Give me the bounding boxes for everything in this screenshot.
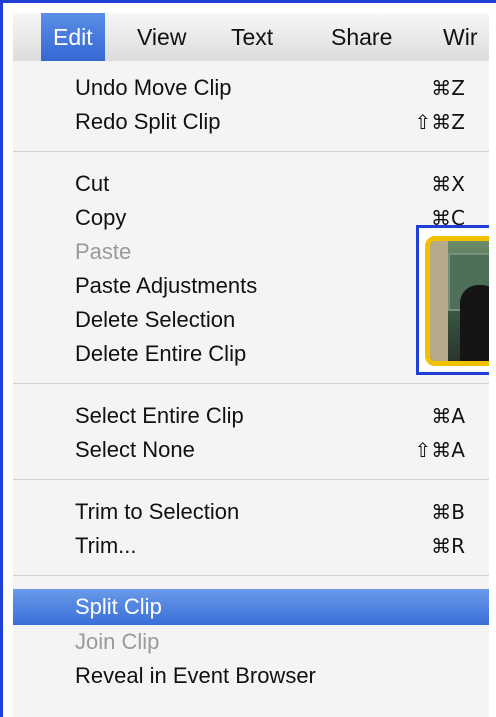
menu-separator bbox=[13, 575, 496, 576]
menu-item-undo-move-clip[interactable]: Undo Move Clip ⌘Z bbox=[13, 71, 496, 105]
menu-item-redo-split-clip[interactable]: Redo Split Clip ⇧⌘Z bbox=[13, 105, 496, 139]
menu-view[interactable]: View bbox=[137, 13, 186, 61]
menu-edit[interactable]: Edit bbox=[41, 13, 105, 61]
menu-separator bbox=[13, 479, 496, 480]
clip-thumbnail[interactable] bbox=[425, 236, 496, 366]
menu-item-shortcut: ⌘B bbox=[431, 500, 465, 524]
edit-menu-dropdown: Undo Move Clip ⌘Z Redo Split Clip ⇧⌘Z Cu… bbox=[13, 61, 496, 717]
menu-item-label: Delete Selection bbox=[75, 307, 236, 332]
right-edge-mask bbox=[489, 3, 496, 717]
menu-item-label: Paste Adjustments bbox=[75, 273, 258, 298]
menu-item-cut[interactable]: Cut ⌘X bbox=[13, 167, 496, 201]
thumbnail-wall bbox=[430, 241, 448, 361]
menu-separator bbox=[13, 151, 496, 152]
menu-item-shortcut: ⇧⌘A bbox=[414, 438, 465, 462]
menu-window[interactable]: Wir bbox=[443, 13, 477, 61]
menu-item-reveal-in-event-browser[interactable]: Reveal in Event Browser bbox=[13, 659, 496, 693]
menu-item-shortcut: ⌘R bbox=[431, 534, 465, 558]
menu-text[interactable]: Text bbox=[231, 13, 273, 61]
menu-item-label: Cut bbox=[75, 171, 110, 196]
menu-item-label: Copy bbox=[75, 205, 127, 230]
menu-item-label: Delete Entire Clip bbox=[75, 341, 247, 366]
menu-bar: Edit View Text Share Wir bbox=[13, 13, 496, 62]
menu-item-shortcut: ⇧⌘Z bbox=[414, 110, 465, 134]
menu-item-select-none[interactable]: Select None ⇧⌘A bbox=[13, 433, 496, 467]
menu-item-label: Join Clip bbox=[75, 629, 160, 654]
menu-item-trim[interactable]: Trim... ⌘R bbox=[13, 529, 496, 563]
menu-item-label: Trim to Selection bbox=[75, 499, 240, 524]
menu-item-trim-to-selection[interactable]: Trim to Selection ⌘B bbox=[13, 495, 496, 529]
menu-item-select-entire-clip[interactable]: Select Entire Clip ⌘A bbox=[13, 399, 496, 433]
screenshot-frame: Edit View Text Share Wir Undo Move Clip … bbox=[0, 0, 496, 717]
menu-item-shortcut: ⌘X bbox=[431, 172, 465, 196]
menu-item-join-clip: Join Clip bbox=[13, 625, 496, 659]
menu-item-label: Paste bbox=[75, 239, 132, 264]
menu-item-split-clip[interactable]: Split Clip bbox=[13, 589, 496, 625]
menu-item-label: Select Entire Clip bbox=[75, 403, 244, 428]
clip-thumbnail-callout bbox=[416, 225, 496, 375]
menu-item-label: Select None bbox=[75, 437, 195, 462]
menu-item-shortcut: ⌘A bbox=[431, 404, 465, 428]
menu-item-label: Split Clip bbox=[75, 594, 162, 619]
menu-item-shortcut: ⌘Z bbox=[431, 76, 465, 100]
menu-item-label: Trim... bbox=[75, 533, 137, 558]
menu-item-label: Redo Split Clip bbox=[75, 109, 221, 134]
menu-share[interactable]: Share bbox=[331, 13, 392, 61]
menu-item-label: Undo Move Clip bbox=[75, 75, 232, 100]
menu-separator bbox=[13, 383, 496, 384]
menu-item-label: Reveal in Event Browser bbox=[75, 663, 316, 688]
